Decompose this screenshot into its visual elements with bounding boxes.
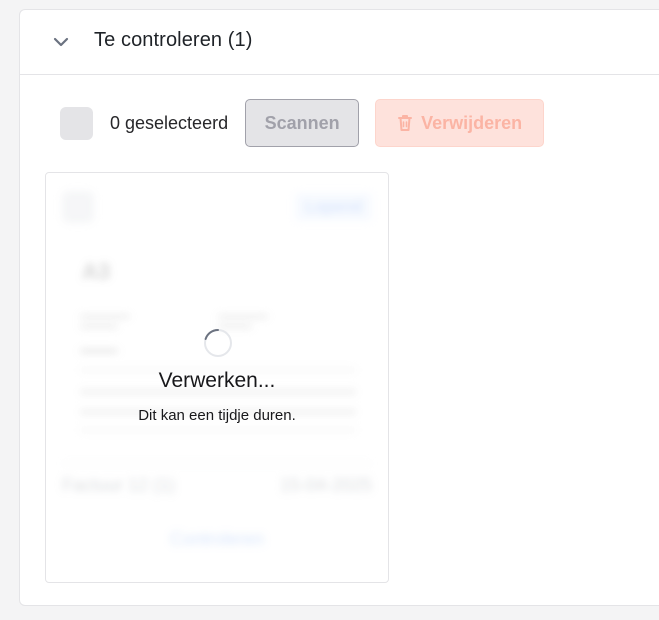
scan-button[interactable]: Scannen	[245, 99, 360, 147]
chevron-down-icon[interactable]	[51, 32, 71, 52]
scan-button-label: Scannen	[264, 112, 340, 133]
bulk-action-toolbar: 0 geselecteerd Scannen Verwijderen	[60, 98, 545, 148]
delete-button-label: Verwijderen	[421, 112, 523, 133]
document-card[interactable]: Lopend A3 Factuur 12 (1) 15-04-2025 Cont…	[45, 172, 389, 583]
section-title: Te controleren (1)	[94, 29, 253, 51]
section-header[interactable]: Te controleren (1)	[20, 10, 659, 75]
loading-spinner-icon	[204, 328, 232, 357]
delete-button[interactable]: Verwijderen	[375, 99, 545, 147]
select-all-checkbox[interactable]	[60, 106, 93, 140]
selected-count-label: 0 geselecteerd	[110, 112, 229, 133]
processing-title: Verwerken...	[158, 369, 276, 392]
processing-subtitle: Dit kan een tijdje duren.	[138, 407, 296, 424]
review-section-panel: Te controleren (1) 0 geselecteerd Scanne…	[19, 9, 659, 606]
processing-overlay: Verwerken... Dit kan een tijdje duren.	[46, 173, 388, 582]
trash-icon	[398, 115, 413, 131]
